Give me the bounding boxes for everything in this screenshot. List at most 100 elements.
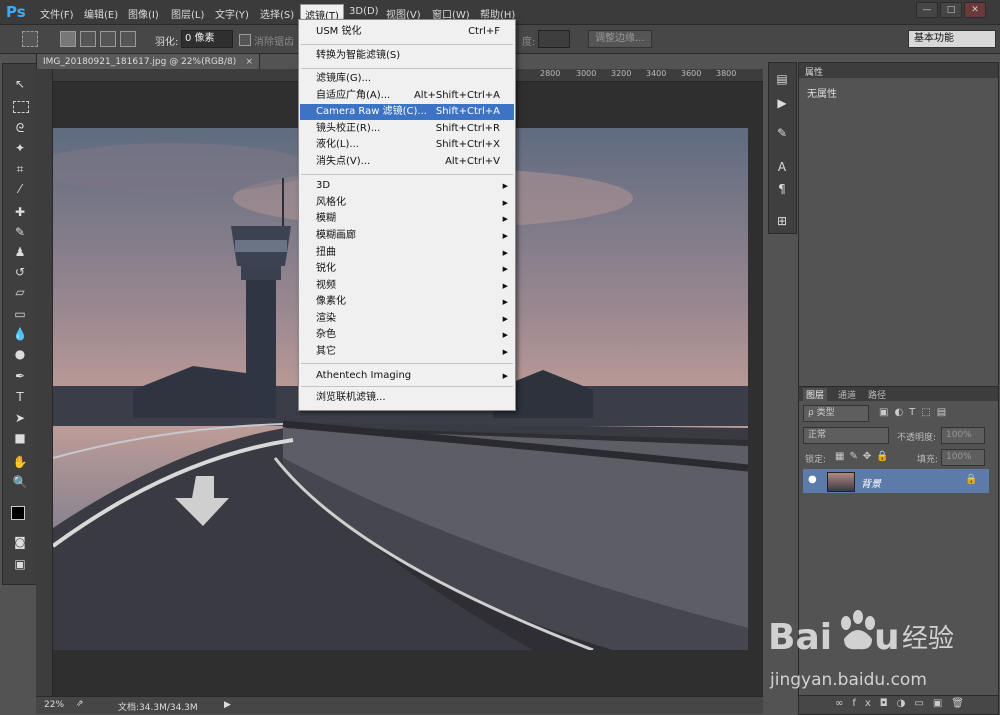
- filter-item-camera-raw[interactable]: Camera Raw 滤镜(C)... Shift+Ctrl+A: [300, 104, 514, 120]
- filter-item-lens-correction[interactable]: 镜头校正(R)... Shift+Ctrl+R: [300, 121, 514, 137]
- visibility-eye-icon[interactable]: ●: [808, 474, 817, 485]
- eraser-tool-icon[interactable]: ▱: [11, 284, 29, 300]
- lock-label: 锁定:: [805, 455, 827, 465]
- layer-name[interactable]: 背景: [861, 475, 881, 490]
- move-tool-icon[interactable]: ↖: [11, 76, 29, 92]
- subtract-selection-icon[interactable]: [100, 31, 116, 47]
- ruler-tick: 2800: [540, 69, 561, 78]
- filter-item-pixelate[interactable]: 像素化 ▶: [300, 294, 514, 310]
- filter-item-other[interactable]: 其它 ▶: [300, 344, 514, 360]
- photoshop-logo: Ps: [6, 3, 26, 21]
- menu-select[interactable]: 选择(S): [260, 6, 294, 21]
- filter-item-smart-filter[interactable]: 转换为智能滤镜(S): [300, 48, 514, 64]
- gradient-tool-icon[interactable]: ▭: [11, 306, 29, 322]
- filter-item-athentech[interactable]: Athentech Imaging ▶: [300, 368, 514, 384]
- magic-wand-tool-icon[interactable]: ✦: [11, 140, 29, 156]
- lasso-tool-icon[interactable]: ᘓ: [11, 120, 29, 136]
- path-selection-tool-icon[interactable]: ➤: [11, 410, 29, 426]
- properties-tab[interactable]: 属性: [799, 63, 998, 78]
- filter-item-distort[interactable]: 扭曲 ▶: [300, 245, 514, 261]
- marquee-tool-icon[interactable]: [13, 101, 29, 113]
- svg-text:u: u: [874, 617, 900, 658]
- close-button[interactable]: ✕: [964, 2, 986, 18]
- filter-item-adaptive-wide-angle[interactable]: 自适应广角(A)... Alt+Shift+Ctrl+A: [300, 88, 514, 104]
- menu-type[interactable]: 文字(Y): [215, 6, 249, 21]
- crop-tool-icon[interactable]: ⌗: [11, 161, 29, 177]
- filter-item-sharpen[interactable]: 锐化 ▶: [300, 261, 514, 277]
- clone-stamp-tool-icon[interactable]: ♟: [11, 244, 29, 260]
- maximize-button[interactable]: □: [940, 2, 962, 18]
- foreground-color-swatch[interactable]: [11, 506, 25, 520]
- baidu-jingyan-watermark: Bai u 经验 jingyan.baidu.com: [766, 603, 998, 695]
- zoom-tool-icon[interactable]: 🔍: [11, 474, 29, 490]
- zoom-level[interactable]: 22%: [44, 700, 64, 710]
- character-panel-icon[interactable]: A: [773, 159, 791, 175]
- layer-row-background[interactable]: ● 背景 🔒: [803, 469, 989, 493]
- filter-item-blur[interactable]: 模糊 ▶: [300, 211, 514, 227]
- fill-input[interactable]: 100%: [941, 449, 985, 466]
- screen-mode-icon[interactable]: ▣: [11, 556, 29, 572]
- width-input[interactable]: [538, 30, 570, 48]
- tools-panel: ↖ ᘓ ✦ ⌗ ⁄ ✚ ✎ ♟ ↺ ▱ ▭ 💧 ● ✒ T ➤ ■ ✋ 🔍 ◙ …: [2, 63, 38, 585]
- brush-panel-icon[interactable]: ✎: [773, 125, 791, 141]
- add-selection-icon[interactable]: [80, 31, 96, 47]
- menu-edit[interactable]: 编辑(E): [84, 6, 118, 21]
- actions-panel-icon[interactable]: ▶: [773, 95, 791, 111]
- submenu-arrow-icon: ▶: [502, 372, 508, 380]
- eyedropper-tool-icon[interactable]: ⁄: [11, 181, 29, 197]
- tab-layers[interactable]: 图层: [803, 388, 828, 401]
- submenu-arrow-icon: ▶: [502, 215, 508, 223]
- brush-tool-icon[interactable]: ✎: [11, 224, 29, 240]
- filter-item-stylize[interactable]: 风格化 ▶: [300, 195, 514, 211]
- marquee-preset-icon[interactable]: [22, 31, 38, 47]
- layer-action-icons[interactable]: ∞fx◘◑▭▣🗑: [835, 698, 973, 709]
- minimize-button[interactable]: —: [916, 2, 938, 18]
- hand-tool-icon[interactable]: ✋: [11, 454, 29, 470]
- new-selection-icon[interactable]: [60, 31, 76, 47]
- refine-edge-button[interactable]: 调整边缘...: [588, 30, 652, 48]
- menu-image[interactable]: 图像(I): [128, 6, 159, 21]
- tab-channels[interactable]: 通道: [835, 388, 859, 401]
- intersect-selection-icon[interactable]: [120, 31, 136, 47]
- filter-item-3d[interactable]: 3D ▶: [300, 178, 514, 194]
- layer-filter-icons[interactable]: ▣◐T⬚▤: [879, 407, 952, 418]
- opacity-input[interactable]: 100%: [941, 427, 985, 444]
- filter-item-vanishing-point[interactable]: 消失点(V)... Alt+Ctrl+V: [300, 154, 514, 170]
- quick-mask-icon[interactable]: ◙: [11, 534, 29, 550]
- document-tab[interactable]: IMG_20180921_181617.jpg @ 22%(RGB/8) ×: [36, 53, 260, 70]
- filter-item-usm-sharpen[interactable]: USM 锐化 Ctrl+F: [300, 24, 514, 40]
- filter-item-blur-gallery[interactable]: 模糊画廊 ▶: [300, 228, 514, 244]
- filter-item-noise[interactable]: 杂色 ▶: [300, 327, 514, 343]
- menu-layer[interactable]: 图层(L): [171, 6, 204, 21]
- tool-presets-panel-icon[interactable]: ⊞: [773, 213, 791, 229]
- history-panel-icon[interactable]: ▤: [773, 71, 791, 87]
- healing-brush-tool-icon[interactable]: ✚: [11, 204, 29, 220]
- menu-file[interactable]: 文件(F): [40, 6, 74, 21]
- lock-icons[interactable]: ▦✎✥🔒: [835, 451, 894, 462]
- export-icon[interactable]: ⇗: [76, 699, 84, 709]
- tab-paths[interactable]: 路径: [865, 388, 889, 401]
- properties-empty-text: 无属性: [807, 89, 837, 100]
- blend-mode-select[interactable]: 正常: [803, 427, 889, 444]
- pen-tool-icon[interactable]: ✒: [11, 368, 29, 384]
- filter-item-gallery[interactable]: 滤镜库(G)...: [300, 71, 514, 87]
- filter-item-render[interactable]: 渲染 ▶: [300, 311, 514, 327]
- document-close-icon[interactable]: ×: [245, 54, 253, 70]
- layer-kind-filter[interactable]: ρ 类型: [803, 405, 869, 422]
- feather-input[interactable]: 0 像素: [181, 30, 233, 48]
- type-tool-icon[interactable]: T: [11, 389, 29, 405]
- blur-tool-icon[interactable]: 💧: [11, 326, 29, 342]
- antialias-checkbox[interactable]: [239, 34, 251, 46]
- dodge-tool-icon[interactable]: ●: [11, 346, 29, 362]
- filter-item-browse-online[interactable]: 浏览联机滤镜...: [300, 390, 514, 406]
- menu-3d[interactable]: 3D(D): [349, 6, 379, 17]
- status-menu-arrow-icon[interactable]: ▶: [224, 700, 231, 710]
- history-brush-tool-icon[interactable]: ↺: [11, 264, 29, 280]
- submenu-arrow-icon: ▶: [502, 348, 508, 356]
- rectangle-tool-icon[interactable]: ■: [11, 430, 29, 446]
- filter-item-video[interactable]: 视频 ▶: [300, 278, 514, 294]
- svg-text:Bai: Bai: [768, 617, 832, 658]
- filter-item-liquify[interactable]: 液化(L)... Shift+Ctrl+X: [300, 137, 514, 153]
- paragraph-panel-icon[interactable]: ¶: [773, 181, 791, 197]
- workspace-select[interactable]: 基本功能: [908, 30, 996, 48]
